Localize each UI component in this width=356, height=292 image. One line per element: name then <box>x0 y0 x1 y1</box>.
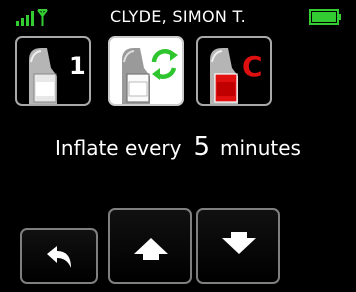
up-arrow-icon <box>134 238 168 260</box>
mode-single-button[interactable]: 1 <box>15 36 91 106</box>
mode-cycle-button[interactable] <box>108 36 184 106</box>
patient-name: CLYDE, SIMON T. <box>109 7 247 26</box>
inflate-interval: Inflate every 5 minutes <box>0 132 356 168</box>
back-arrow-icon <box>47 246 71 268</box>
mode-continuous-label: C <box>242 50 263 83</box>
status-bar: CLYDE, SIMON T. <box>0 0 356 30</box>
back-button[interactable] <box>20 228 98 284</box>
decrease-button[interactable] <box>196 208 280 284</box>
mode-continuous-button[interactable]: C <box>196 36 272 106</box>
cuff-continuous-icon: C <box>210 48 263 104</box>
cuff-single-icon: 1 <box>29 48 86 104</box>
inflate-label: Inflate every <box>55 136 182 160</box>
increase-button[interactable] <box>108 208 192 284</box>
inflate-value: 5 <box>193 132 210 162</box>
down-arrow-icon <box>222 232 256 254</box>
inflate-unit: minutes <box>220 136 301 160</box>
mode-single-label: 1 <box>69 52 86 80</box>
cuff-cycle-icon <box>122 48 178 104</box>
battery-icon <box>309 9 341 25</box>
